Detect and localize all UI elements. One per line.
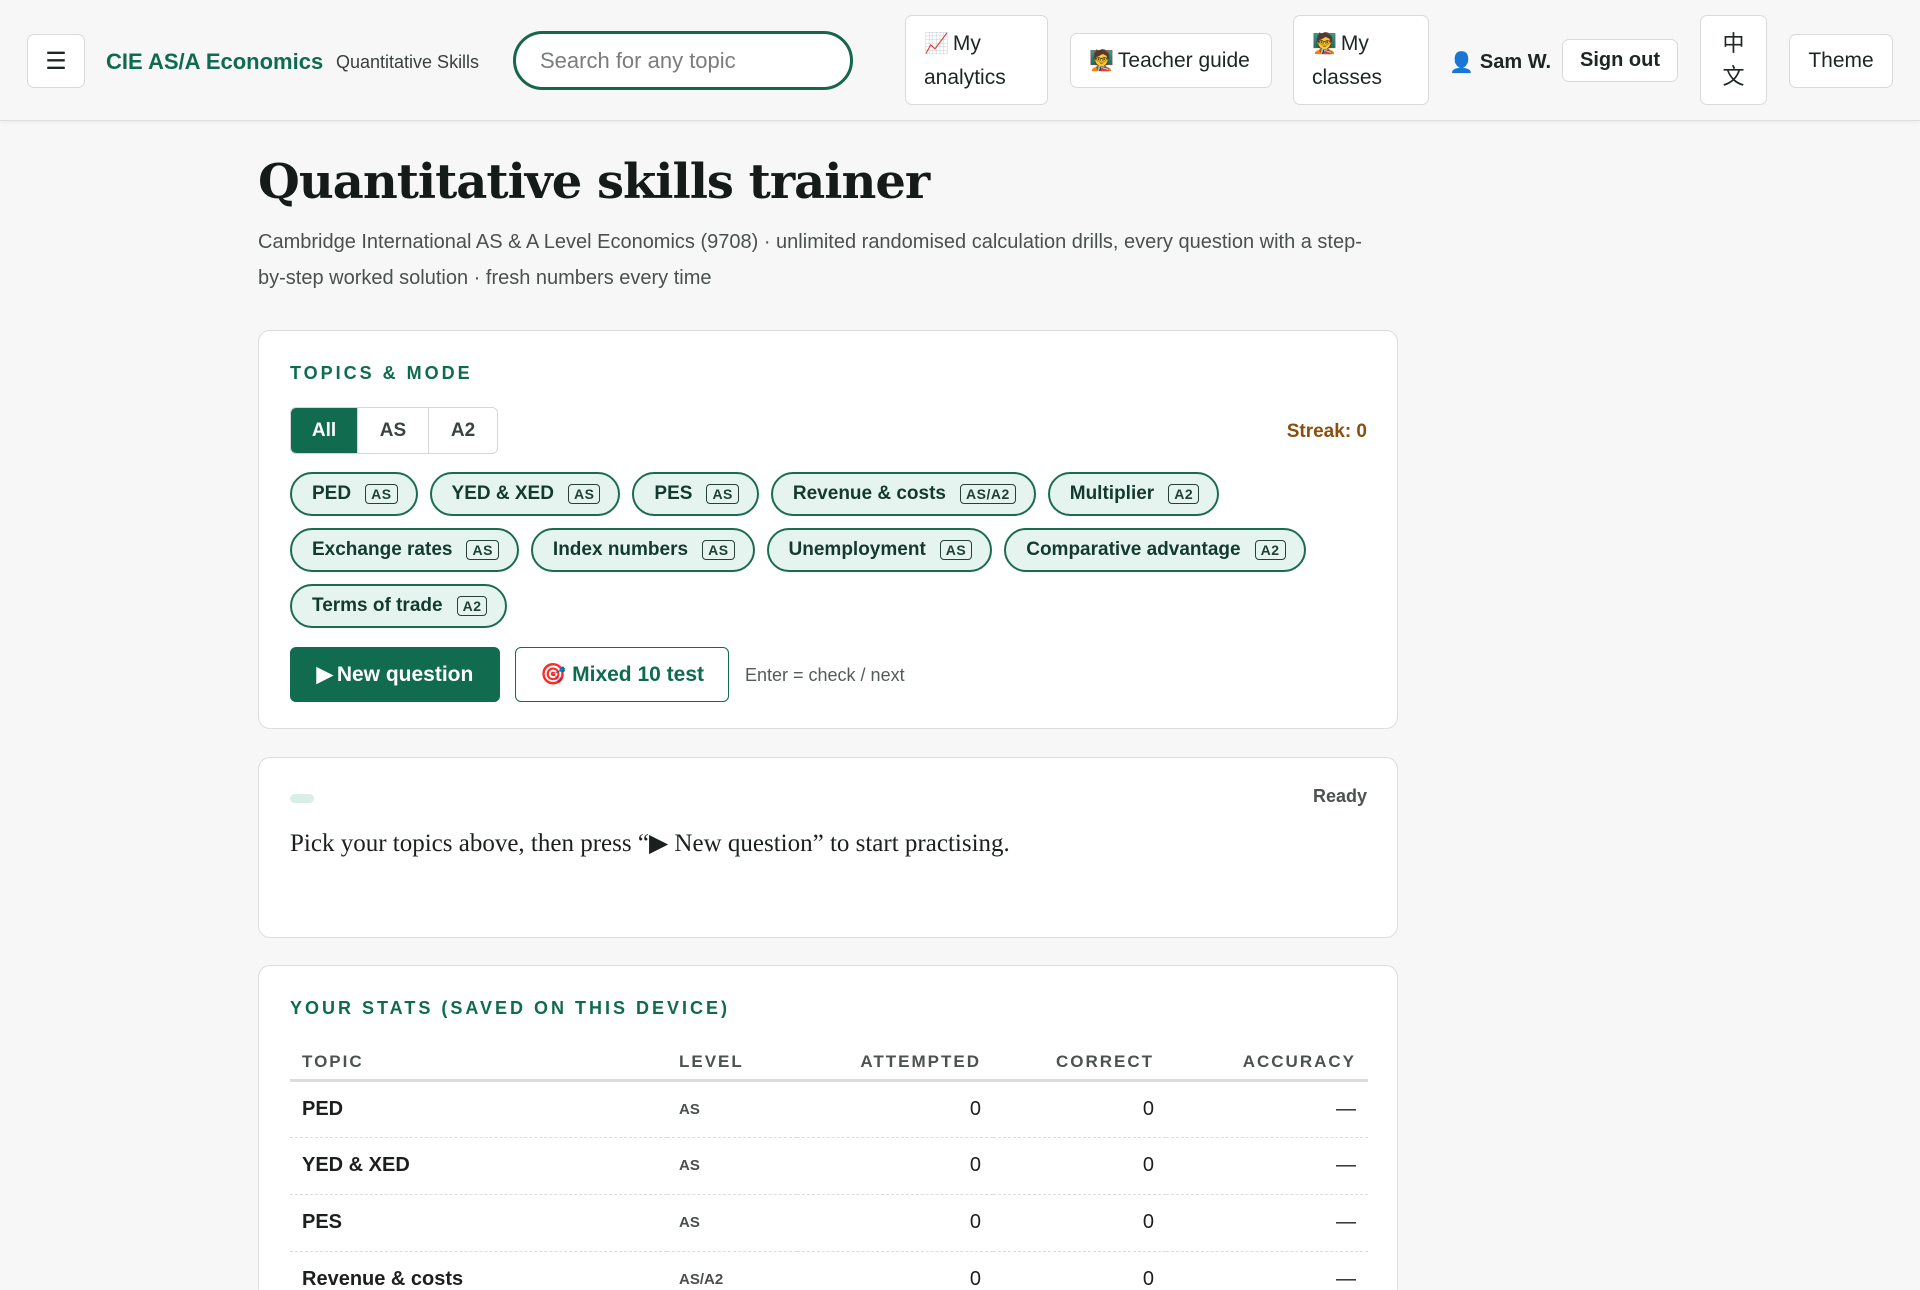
teacher-guide-button[interactable]: 🧑‍🏫 Teacher guide (1070, 33, 1272, 88)
column-header-topic: TOPIC (290, 1045, 667, 1082)
cell-topic: Revenue & costs (290, 1251, 667, 1290)
language-toggle-button[interactable]: 中 文 (1700, 15, 1767, 105)
teacher-icon: 🧑‍🏫 (1312, 32, 1337, 55)
level-badge: A2 (1168, 484, 1200, 504)
cell-accuracy: — (1166, 1137, 1368, 1195)
level-badge: A2 (1254, 540, 1286, 560)
search-input[interactable] (513, 31, 853, 90)
cell-topic: PED (290, 1080, 667, 1138)
filter-a2[interactable]: A2 (429, 408, 497, 453)
column-header-correct: CORRECT (993, 1045, 1166, 1082)
progress-indicator (290, 794, 314, 803)
topic-chip-list: PED AS YED & XED AS PES AS Revenue & costs A… (290, 472, 1370, 628)
new-question-label: New question (336, 662, 474, 686)
table-row: PED AS 0 0 — (290, 1080, 1368, 1138)
topic-chip-comparative-advantage[interactable]: Comparative advantage A2 (1004, 528, 1306, 572)
new-question-button[interactable]: ▶ New question (290, 647, 500, 702)
column-header-accuracy: ACCURACY (1166, 1045, 1368, 1082)
hamburger-menu-button[interactable]: ☰ (27, 34, 85, 88)
topic-chip-ped[interactable]: PED AS (290, 472, 418, 516)
target-icon: 🎯 (539, 662, 567, 686)
cell-correct: 0 (993, 1194, 1166, 1252)
cell-attempted: 0 (797, 1137, 993, 1195)
mixed-test-button[interactable]: 🎯 Mixed 10 test (515, 647, 729, 702)
level-badge: AS (702, 540, 735, 560)
keyboard-hint: Enter = check / next (745, 665, 905, 685)
user-icon: 👤 (1449, 52, 1474, 74)
column-header-level: LEVEL (667, 1045, 797, 1082)
my-classes-label-line1: 🧑‍🏫 My (1312, 31, 1369, 55)
my-classes-button[interactable]: 🧑‍🏫 My classes (1293, 15, 1429, 105)
cell-attempted: 0 (797, 1251, 993, 1290)
language-label-line1: 中 (1722, 31, 1745, 56)
sign-out-button[interactable]: Sign out (1562, 39, 1678, 82)
mixed-test-label: Mixed 10 test (572, 662, 705, 686)
level-badge: AS (365, 484, 398, 504)
filter-as[interactable]: AS (358, 408, 429, 453)
cell-level: AS/A2 (667, 1251, 797, 1290)
level-badge: AS (939, 540, 973, 560)
cell-level: AS (667, 1194, 797, 1252)
topic-chip-multiplier[interactable]: Multiplier A2 (1047, 472, 1220, 516)
menu-icon: ☰ (45, 47, 67, 75)
cell-accuracy: — (1166, 1194, 1368, 1252)
language-label-line2: 文 (1722, 64, 1745, 89)
stats-card: YOUR STATS (SAVED ON THIS DEVICE) TOPIC … (258, 965, 1398, 1290)
question-card: Ready Pick your topics above, then press… (258, 757, 1398, 938)
stats-section-title: YOUR STATS (SAVED ON THIS DEVICE) (290, 998, 731, 1018)
table-row: Revenue & costs AS/A2 0 0 — (290, 1251, 1368, 1290)
cell-accuracy: — (1166, 1080, 1368, 1138)
cell-accuracy: — (1166, 1251, 1368, 1290)
question-prompt: Pick your topics above, then press “▶ Ne… (290, 830, 1010, 857)
cell-attempted: 0 (797, 1194, 993, 1252)
play-icon: ▶ (316, 663, 333, 686)
column-header-attempted: ATTEMPTED (797, 1045, 993, 1082)
cell-correct: 0 (993, 1251, 1166, 1290)
table-row: YED & XED AS 0 0 — (290, 1137, 1368, 1195)
topic-chip-terms-of-trade[interactable]: Terms of trade A2 (290, 584, 508, 628)
level-badge: AS (466, 540, 499, 560)
page-subtitle: Cambridge International AS & A Level Eco… (258, 231, 1362, 289)
cell-correct: 0 (993, 1080, 1166, 1138)
top-navigation-bar: ☰ CIE AS/A Economics Quantitative Skills… (0, 0, 1920, 121)
my-analytics-button[interactable]: 📈 My analytics (905, 15, 1048, 105)
my-analytics-label-line1: 📈 My (924, 31, 981, 55)
topic-chip-unemployment[interactable]: Unemployment AS (766, 528, 993, 572)
topic-chip-index-numbers[interactable]: Index numbers AS (530, 528, 755, 572)
brand-title[interactable]: CIE AS/A Economics (106, 49, 323, 75)
topic-chip-pes[interactable]: PES AS (632, 472, 759, 516)
topic-chip-revenue-costs[interactable]: Revenue & costs AS/A2 (770, 472, 1036, 516)
my-analytics-label-line2: analytics (924, 65, 1006, 89)
streak-counter: Streak: 0 (1286, 421, 1367, 442)
level-badge: AS (567, 484, 601, 504)
teacher-icon: 🧑‍🏫 (1089, 50, 1114, 72)
table-row: PES AS 0 0 — (290, 1194, 1368, 1252)
theme-toggle-button[interactable]: Theme (1789, 34, 1893, 88)
page-title: Quantitative skills trainer (258, 154, 930, 210)
level-badge: A2 (456, 596, 488, 616)
filter-all[interactable]: All (291, 408, 358, 453)
user-profile: 👤 Sam W. (1449, 50, 1551, 75)
brand-subtitle: Quantitative Skills (336, 52, 480, 72)
topic-chip-exchange-rates[interactable]: Exchange rates AS (290, 528, 519, 572)
cell-level: AS (667, 1137, 797, 1195)
chart-icon: 📈 (924, 32, 949, 55)
stats-table: TOPIC LEVEL ATTEMPTED CORRECT ACCURACY P… (290, 1045, 1368, 1290)
user-name: Sam W. (1479, 51, 1552, 73)
level-badge: AS/A2 (960, 484, 1016, 504)
question-status: Ready (1312, 786, 1367, 806)
table-header-row: TOPIC LEVEL ATTEMPTED CORRECT ACCURACY (290, 1045, 1368, 1082)
topic-chip-yed-xed[interactable]: YED & XED AS (429, 472, 621, 516)
level-badge: AS (706, 484, 739, 504)
cell-correct: 0 (993, 1137, 1166, 1195)
teacher-guide-label: Teacher guide (1117, 48, 1250, 72)
cell-level: AS (667, 1080, 797, 1138)
cell-topic: PES (290, 1194, 667, 1252)
cell-topic: YED & XED (290, 1137, 667, 1195)
topics-section-title: TOPICS & MODE (290, 363, 473, 383)
level-filter: All AS A2 (290, 407, 498, 454)
my-classes-label-line2: classes (1312, 65, 1383, 89)
cell-attempted: 0 (797, 1080, 993, 1138)
topics-mode-card: TOPICS & MODE All AS A2 Streak: 0 PED AS … (258, 330, 1398, 729)
